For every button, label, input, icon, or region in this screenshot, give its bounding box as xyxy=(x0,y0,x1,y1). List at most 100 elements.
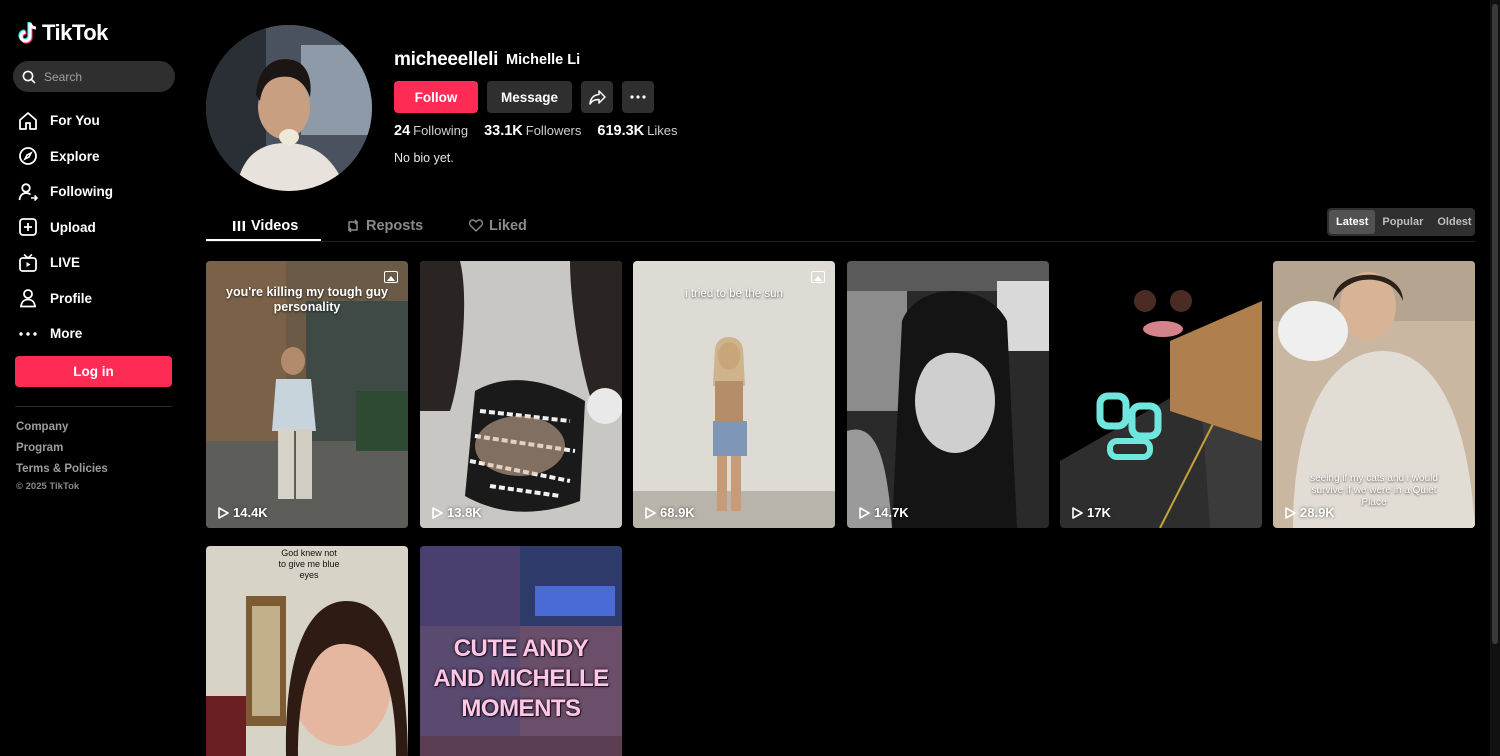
share-icon xyxy=(588,89,606,105)
sort-latest[interactable]: Latest xyxy=(1329,210,1376,234)
profile-icon xyxy=(17,288,38,309)
tiktok-logo-icon xyxy=(18,22,37,44)
sort-toggle: Latest Popular Oldest xyxy=(1327,208,1475,236)
footer-link-company[interactable]: Company xyxy=(16,420,108,441)
video-thumbnail xyxy=(1060,261,1262,528)
more-dots-icon xyxy=(17,323,38,344)
nav-item-profile[interactable]: Profile xyxy=(17,281,177,317)
nav-item-explore[interactable]: Explore xyxy=(17,139,177,175)
stat-label: Followers xyxy=(525,123,582,138)
stat-following[interactable]: 24 Following xyxy=(394,122,468,140)
sort-oldest[interactable]: Oldest xyxy=(1430,210,1478,234)
video-card[interactable]: 13.8K xyxy=(420,261,622,528)
main-nav: For You Explore Following Upload LIVE Pr… xyxy=(17,103,177,352)
stat-label: Likes xyxy=(647,123,678,138)
share-button[interactable] xyxy=(581,81,613,113)
video-card[interactable]: CUTE ANDY AND MICHELLE MOMENTS xyxy=(420,546,622,756)
stat-value: 619.3K xyxy=(597,123,645,139)
stat-value: 33.1K xyxy=(484,123,523,139)
nav-label: Upload xyxy=(50,219,96,235)
video-caption: God knew not to give me blue eyes xyxy=(278,548,340,580)
copyright: © 2025 TikTok xyxy=(16,481,80,492)
tab-label: Videos xyxy=(251,217,299,234)
profile-bio: No bio yet. xyxy=(394,151,454,165)
view-count: 13.8K xyxy=(432,505,482,520)
avatar-photo xyxy=(206,25,372,191)
stat-label: Following xyxy=(413,123,469,138)
play-icon xyxy=(645,506,656,519)
stat-value: 24 xyxy=(394,123,411,139)
play-icon xyxy=(1072,506,1083,519)
home-icon xyxy=(17,110,38,131)
video-card[interactable]: 17K xyxy=(1060,261,1262,528)
view-count: 14.7K xyxy=(859,505,909,520)
video-card[interactable]: you're killing my tough guy personality … xyxy=(206,261,408,528)
play-icon xyxy=(1285,506,1296,519)
user-follow-icon xyxy=(17,181,38,202)
sidebar: TikTok For You Explore Following Upload xyxy=(0,0,190,756)
tiktok-logo[interactable]: TikTok xyxy=(18,20,108,46)
compass-icon xyxy=(17,146,38,167)
grid-bars-icon xyxy=(233,220,245,231)
tab-active-indicator xyxy=(206,239,321,241)
photo-post-icon xyxy=(384,271,398,283)
footer-link-program[interactable]: Program xyxy=(16,441,108,462)
live-icon xyxy=(17,252,38,273)
view-count-value: 68.9K xyxy=(660,505,695,520)
search-input[interactable] xyxy=(44,69,154,84)
video-card[interactable]: God knew not to give me blue eyes xyxy=(206,546,408,756)
video-card[interactable]: i tried to be the sun 68.9K xyxy=(633,261,835,528)
message-button[interactable]: Message xyxy=(487,81,572,113)
view-count: 14.4K xyxy=(218,505,268,520)
video-caption: CUTE ANDY AND MICHELLE MOMENTS xyxy=(433,635,609,722)
tab-label: Reposts xyxy=(366,217,424,234)
view-count-value: 17K xyxy=(1087,505,1111,520)
video-caption: seeing if my cats and i would survive if… xyxy=(1310,473,1438,508)
tiktok-profile-page: TikTok For You Explore Following Upload xyxy=(0,0,1500,756)
search-icon xyxy=(22,70,36,84)
view-count: 68.9K xyxy=(645,505,695,520)
video-thumbnail xyxy=(633,261,835,528)
view-count: 17K xyxy=(1072,505,1111,520)
tab-label: Liked xyxy=(489,217,527,234)
sidebar-footer: Company Program Terms & Policies © 2025 … xyxy=(16,420,108,492)
follow-button[interactable]: Follow xyxy=(394,81,478,113)
photo-post-icon xyxy=(811,271,825,283)
nav-item-upload[interactable]: Upload xyxy=(17,210,177,246)
nav-item-more[interactable]: More xyxy=(17,316,177,352)
scrollbar-thumb[interactable] xyxy=(1492,4,1498,644)
avatar[interactable] xyxy=(206,25,372,191)
video-caption: i tried to be the sun xyxy=(685,288,783,300)
nav-item-live[interactable]: LIVE xyxy=(17,245,177,281)
tab-liked[interactable]: Liked xyxy=(469,210,527,241)
nav-item-following[interactable]: Following xyxy=(17,174,177,210)
tab-videos[interactable]: Videos xyxy=(233,210,298,241)
video-card[interactable]: seeing if my cats and i would survive if… xyxy=(1273,261,1475,528)
sort-popular[interactable]: Popular xyxy=(1375,210,1430,234)
page-scrollbar[interactable] xyxy=(1490,0,1500,756)
video-thumbnail xyxy=(847,261,1049,528)
video-card[interactable]: 14.7K xyxy=(847,261,1049,528)
view-count: 28.9K xyxy=(1285,505,1335,520)
logo-text: TikTok xyxy=(42,20,108,45)
profile-tabs: Videos Reposts Liked xyxy=(206,210,1475,242)
sidebar-divider xyxy=(15,406,172,407)
nav-label: Explore xyxy=(50,148,100,164)
view-count-value: 14.4K xyxy=(233,505,268,520)
view-count-value: 14.7K xyxy=(874,505,909,520)
stat-followers[interactable]: 33.1K Followers xyxy=(484,122,581,140)
login-button[interactable]: Log in xyxy=(15,356,172,387)
more-options-button[interactable] xyxy=(622,81,654,113)
heart-icon xyxy=(469,219,483,232)
nav-item-for-you[interactable]: For You xyxy=(17,103,177,139)
tab-reposts[interactable]: Reposts xyxy=(346,210,423,241)
nav-label: More xyxy=(50,326,83,342)
play-icon xyxy=(218,506,229,519)
search-bar[interactable] xyxy=(13,61,175,92)
play-icon xyxy=(859,506,870,519)
footer-link-terms[interactable]: Terms & Policies xyxy=(16,462,108,483)
video-caption: you're killing my tough guy personality xyxy=(226,285,389,314)
nav-label: For You xyxy=(50,113,100,129)
nav-label: Profile xyxy=(50,290,93,306)
profile-nickname: Michelle Li xyxy=(506,52,581,68)
